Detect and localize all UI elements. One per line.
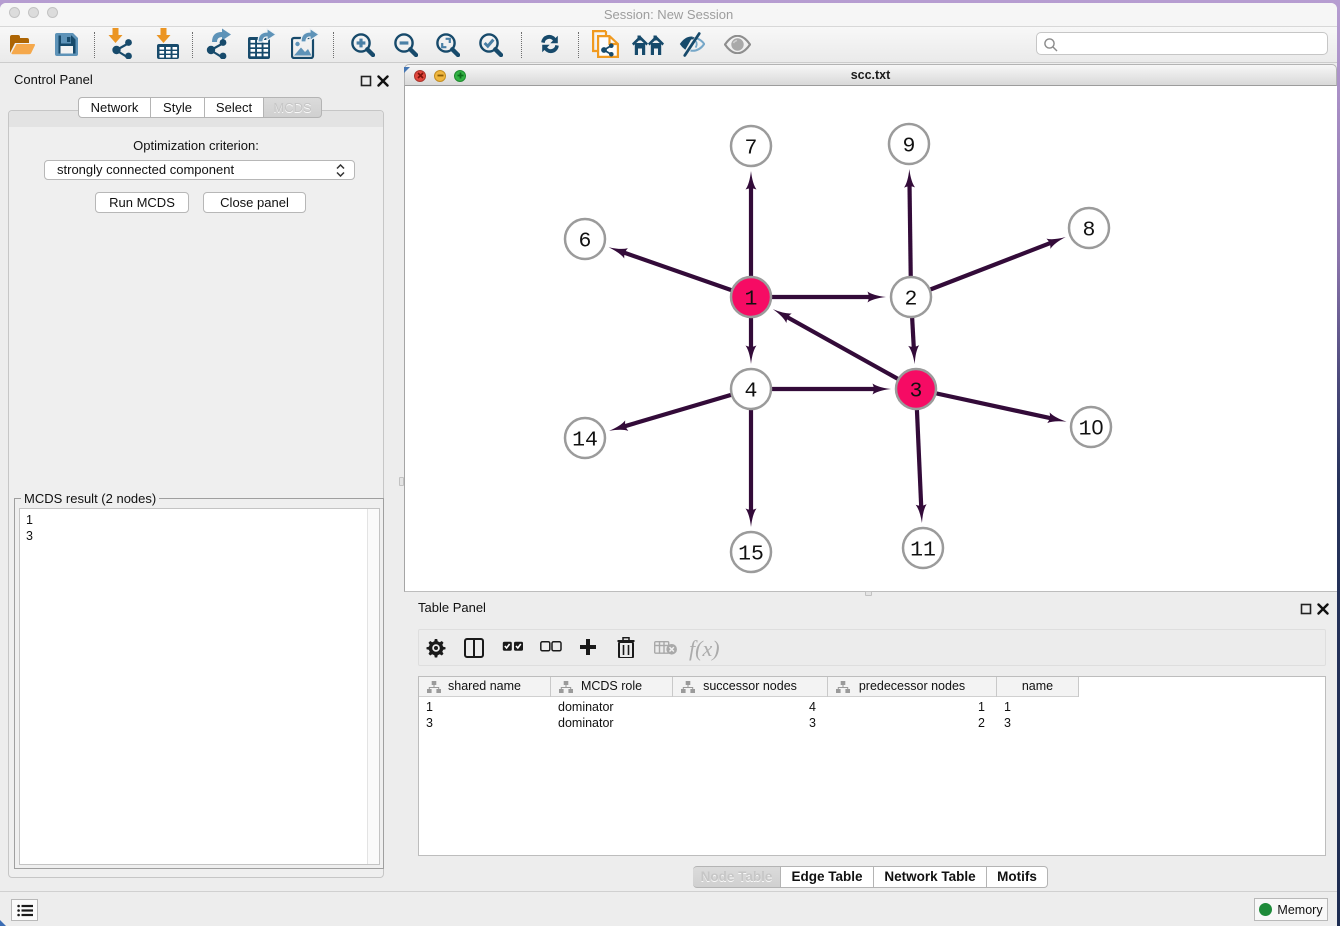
svg-text:7: 7 xyxy=(745,137,758,161)
svg-text:11: 11 xyxy=(910,539,936,563)
svg-text:15: 15 xyxy=(738,543,764,567)
svg-text:6: 6 xyxy=(579,230,592,254)
svg-text:3: 3 xyxy=(910,380,923,404)
svg-text:9: 9 xyxy=(903,135,916,159)
svg-text:4: 4 xyxy=(745,380,758,404)
svg-text:8: 8 xyxy=(1083,219,1096,243)
svg-text:2: 2 xyxy=(905,288,918,312)
svg-text:14: 14 xyxy=(572,429,598,453)
svg-text:10: 10 xyxy=(1079,416,1104,442)
svg-text:1: 1 xyxy=(745,288,758,312)
